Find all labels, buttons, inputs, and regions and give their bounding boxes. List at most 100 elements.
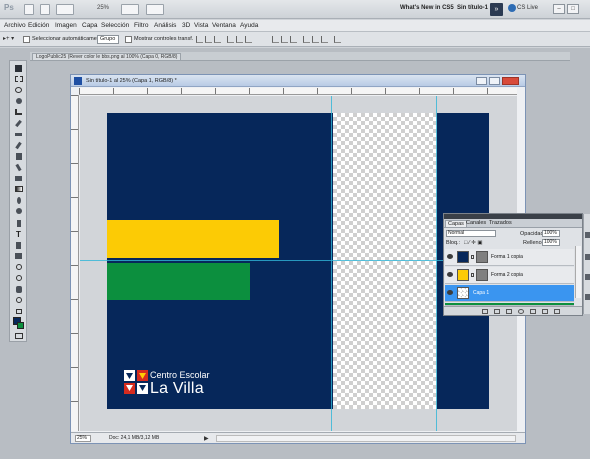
whats-new-button[interactable]: What's New in CS5 bbox=[400, 5, 454, 11]
guide-vertical[interactable] bbox=[436, 96, 437, 431]
auto-select-dropdown[interactable]: Grupo bbox=[97, 35, 119, 44]
quick-select-icon[interactable] bbox=[13, 97, 24, 106]
move-icon[interactable] bbox=[13, 64, 24, 73]
marquee-icon[interactable] bbox=[13, 75, 24, 84]
3d-camera-icon[interactable] bbox=[13, 274, 24, 283]
panel-dock-icon[interactable] bbox=[585, 254, 590, 260]
distribute-top-icon[interactable] bbox=[272, 36, 279, 43]
menu-3d[interactable]: 3D bbox=[182, 22, 190, 29]
zoom-level[interactable]: 25% bbox=[97, 5, 109, 11]
eye-icon[interactable] bbox=[447, 290, 453, 295]
menu-analisis[interactable]: Análisis bbox=[154, 22, 176, 29]
screen-mode-button[interactable] bbox=[146, 4, 164, 15]
crop-icon[interactable] bbox=[13, 108, 24, 117]
panel-dock-icon[interactable] bbox=[585, 274, 590, 280]
layer-row-forma-1-copia[interactable]: Forma 1 copia bbox=[445, 249, 574, 266]
adjustment-layer-icon[interactable] bbox=[518, 309, 524, 314]
brush-icon[interactable] bbox=[13, 141, 24, 150]
launch-bridge-button[interactable] bbox=[24, 4, 34, 15]
blend-mode-dropdown[interactable]: Normal bbox=[446, 230, 496, 237]
zoom-icon[interactable] bbox=[13, 296, 24, 305]
new-layer-icon[interactable] bbox=[542, 309, 548, 314]
align-left-icon[interactable] bbox=[227, 36, 234, 43]
menu-capa[interactable]: Capa bbox=[82, 22, 98, 29]
gradient-icon[interactable] bbox=[13, 185, 24, 194]
layer-style-icon[interactable] bbox=[494, 309, 500, 314]
menu-imagen[interactable]: Imagen bbox=[55, 22, 77, 29]
horizontal-ruler[interactable] bbox=[79, 88, 517, 95]
path-select-icon[interactable] bbox=[13, 241, 24, 250]
status-doc-size[interactable]: Doc: 24,1 MB/3,12 MB bbox=[109, 435, 159, 441]
align-right-icon[interactable] bbox=[245, 36, 252, 43]
blur-icon[interactable] bbox=[13, 196, 24, 205]
type-icon[interactable]: T bbox=[13, 230, 24, 239]
trash-icon[interactable] bbox=[554, 309, 560, 314]
lasso-icon[interactable] bbox=[13, 86, 24, 95]
eye-icon[interactable] bbox=[447, 272, 453, 277]
hand-icon[interactable] bbox=[13, 285, 24, 294]
status-zoom-field[interactable]: 25% bbox=[75, 435, 91, 442]
3d-rotate-icon[interactable] bbox=[13, 263, 24, 272]
minimize-icon[interactable]: – bbox=[553, 4, 565, 14]
history-brush-icon[interactable] bbox=[13, 163, 24, 172]
cs-live-button[interactable]: CS Live bbox=[517, 5, 538, 11]
clone-stamp-icon[interactable] bbox=[13, 152, 24, 161]
opacity-field[interactable]: 100% bbox=[542, 230, 560, 237]
menu-ayuda[interactable]: Ayuda bbox=[240, 22, 258, 29]
distribute-vcenter-icon[interactable] bbox=[281, 36, 288, 43]
move-tool-preset-icon[interactable]: ▸+ ▾ bbox=[3, 35, 14, 42]
shape-icon[interactable] bbox=[13, 252, 24, 261]
add-mask-icon[interactable] bbox=[506, 309, 512, 314]
document-tab[interactable]: LogoPublic25 (Rever color le bbs.png al … bbox=[32, 53, 182, 61]
auto-select-checkbox[interactable] bbox=[23, 36, 30, 43]
doc-minimize-icon[interactable] bbox=[476, 77, 487, 85]
dodge-icon[interactable] bbox=[13, 207, 24, 216]
show-transform-controls-checkbox[interactable] bbox=[125, 36, 132, 43]
expand-workspaces-icon[interactable]: » bbox=[490, 3, 503, 16]
distribute-hcenter-icon[interactable] bbox=[312, 36, 319, 43]
layers-scrollbar[interactable] bbox=[575, 246, 581, 298]
vertical-ruler[interactable] bbox=[71, 95, 79, 431]
status-menu-arrow-icon[interactable]: ▶ bbox=[204, 435, 209, 442]
quick-mask-icon[interactable] bbox=[13, 332, 24, 341]
align-hcenter-icon[interactable] bbox=[236, 36, 243, 43]
doc-maximize-icon[interactable] bbox=[489, 77, 500, 85]
menu-archivo[interactable]: Archivo bbox=[4, 22, 26, 29]
foreground-color-icon[interactable] bbox=[13, 317, 24, 330]
align-bottom-icon[interactable] bbox=[214, 36, 221, 43]
tab-trazados[interactable]: Trazados bbox=[487, 220, 514, 227]
horizontal-scrollbar[interactable] bbox=[216, 435, 516, 442]
link-layers-icon[interactable] bbox=[482, 309, 488, 314]
layer-row-capa-1[interactable]: Capa 1 bbox=[445, 285, 574, 302]
pen-icon[interactable] bbox=[13, 219, 24, 228]
menu-ventana[interactable]: Ventana bbox=[212, 22, 236, 29]
menu-edicion[interactable]: Edición bbox=[28, 22, 49, 29]
eyedropper-icon[interactable] bbox=[13, 119, 24, 128]
fill-field[interactable]: 100% bbox=[542, 239, 560, 246]
distribute-buttons[interactable] bbox=[272, 36, 343, 43]
document-title-bar[interactable]: Sin título-1 al 25% (Capa 1, RGB/8) * bbox=[71, 75, 525, 87]
doc-close-icon[interactable] bbox=[502, 77, 519, 85]
auto-align-layers-icon[interactable] bbox=[334, 36, 341, 43]
menu-filtro[interactable]: Filtro bbox=[134, 22, 148, 29]
panel-dock-icon[interactable] bbox=[585, 232, 590, 238]
align-top-icon[interactable] bbox=[196, 36, 203, 43]
align-vcenter-icon[interactable] bbox=[205, 36, 212, 43]
eraser-icon[interactable] bbox=[13, 174, 24, 183]
distribute-bottom-icon[interactable] bbox=[290, 36, 297, 43]
view-extras-button[interactable] bbox=[56, 4, 74, 15]
arrange-documents-button[interactable] bbox=[121, 4, 139, 15]
new-group-icon[interactable] bbox=[530, 309, 536, 314]
layer-row-forma-2-copia[interactable]: Forma 2 copia bbox=[445, 267, 574, 284]
lock-icons[interactable]: □ ⁄ ✛ ▣ bbox=[464, 240, 483, 246]
panel-dock-icon[interactable] bbox=[585, 294, 590, 300]
guide-vertical[interactable] bbox=[331, 96, 332, 431]
align-buttons[interactable] bbox=[196, 36, 254, 43]
distribute-left-icon[interactable] bbox=[303, 36, 310, 43]
maximize-icon[interactable]: □ bbox=[567, 4, 579, 14]
launch-mini-bridge-button[interactable] bbox=[40, 4, 50, 15]
distribute-right-icon[interactable] bbox=[321, 36, 328, 43]
tab-canales[interactable]: Canales bbox=[464, 220, 488, 227]
menu-vista[interactable]: Vista bbox=[194, 22, 208, 29]
default-colors-icon[interactable] bbox=[13, 308, 24, 317]
